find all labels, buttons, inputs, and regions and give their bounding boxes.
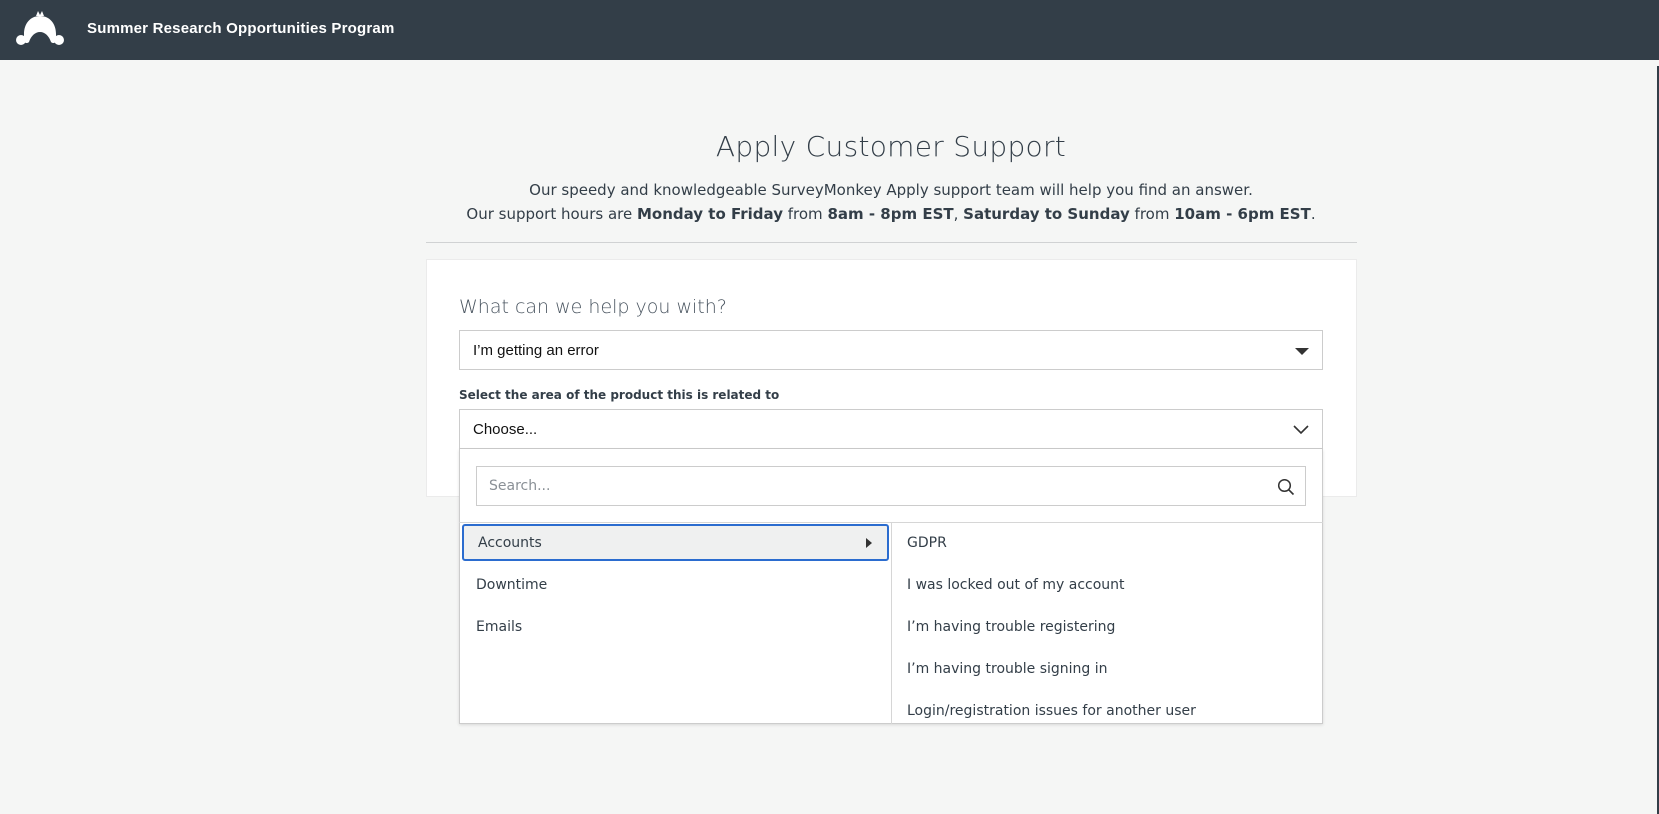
help-topic-select[interactable]: I’m getting an error — [459, 330, 1323, 370]
product-area-value: Choose... — [473, 420, 538, 438]
category-label: Accounts — [478, 534, 542, 551]
support-hours: Our support hours are Monday to Friday f… — [466, 205, 1316, 223]
section-divider — [426, 242, 1357, 243]
subitem-trouble-registering[interactable]: I’m having trouble registering — [907, 612, 1307, 642]
subitem-gdpr[interactable]: GDPR — [907, 528, 1307, 558]
top-bar: Summer Research Opportunities Program — [0, 0, 1659, 60]
subitem-locked-out[interactable]: I was locked out of my account — [907, 570, 1307, 600]
search-icon[interactable] — [1277, 478, 1295, 496]
dropdown-search-input[interactable] — [476, 466, 1306, 506]
subitem-another-user[interactable]: Login/registration issues for another us… — [907, 696, 1307, 726]
caret-down-icon — [1295, 348, 1309, 355]
help-topic-value: I’m getting an error — [473, 341, 599, 359]
page-title: Apply Customer Support — [715, 130, 1067, 163]
category-item-downtime[interactable]: Downtime — [476, 568, 886, 602]
support-intro: Our speedy and knowledgeable SurveyMonke… — [529, 181, 1253, 199]
product-area-select[interactable]: Choose... — [459, 409, 1323, 449]
dropdown-column-divider — [891, 523, 892, 724]
product-area-label: Select the area of the product this is r… — [459, 388, 780, 402]
caret-right-icon — [866, 538, 872, 548]
app-title[interactable]: Summer Research Opportunities Program — [87, 20, 394, 37]
category-item-emails[interactable]: Emails — [476, 610, 886, 644]
category-label: Downtime — [476, 577, 548, 593]
help-topic-label: What can we help you with? — [459, 296, 727, 318]
category-label: Emails — [476, 619, 523, 635]
subitem-trouble-signing-in[interactable]: I’m having trouble signing in — [907, 654, 1307, 684]
surveymonkey-logo-icon[interactable] — [14, 10, 66, 48]
chevron-down-icon — [1293, 425, 1309, 435]
category-item-accounts[interactable]: Accounts — [462, 524, 889, 561]
